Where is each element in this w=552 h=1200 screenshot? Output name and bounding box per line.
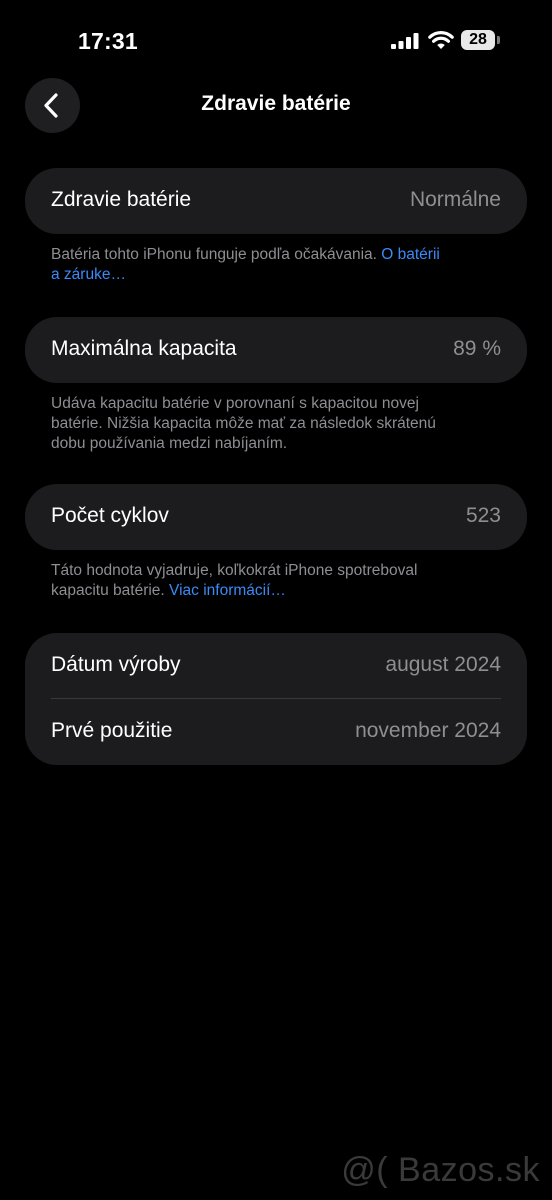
battery-health-value: Normálne (409, 188, 501, 211)
manufacture-date-value: august 2024 (385, 653, 501, 676)
max-capacity-row[interactable]: Maximálna kapacita 89 % (25, 317, 527, 383)
max-capacity-footnote-line-1: Udáva kapacitu batérie v porovnaní s kap… (51, 395, 419, 412)
battery-level: 28 (461, 30, 495, 50)
cycle-count-footnote-line-2: kapacitu batérie. Viac informácií… (51, 581, 491, 601)
wifi-icon (428, 31, 454, 49)
cycle-count-footnote-text: kapacitu batérie. (51, 582, 170, 599)
first-use-label: Prvé použitie (51, 719, 173, 742)
battery-health-footnote: Batéria tohto iPhonu funguje podľa očaká… (51, 245, 491, 285)
battery-health-row[interactable]: Zdravie batérie Normálne (25, 168, 527, 234)
battery-warranty-link-text-1[interactable]: O batérii (381, 246, 440, 263)
cycle-count-label: Počet cyklov (51, 504, 169, 527)
battery-health-label: Zdravie batérie (51, 188, 192, 211)
first-use-value: november 2024 (355, 719, 501, 742)
status-bar: 17:31 28 (0, 0, 552, 80)
max-capacity-card[interactable]: Maximálna kapacita 89 % (25, 317, 527, 383)
max-capacity-label: Maximálna kapacita (51, 337, 237, 360)
more-info-link[interactable]: Viac informácií… (169, 582, 286, 599)
manufacture-date-label: Dátum výroby (51, 653, 181, 676)
max-capacity-footnote: Udáva kapacitu batérie v porovnaní s kap… (51, 394, 491, 454)
cycle-count-row[interactable]: Počet cyklov 523 (25, 484, 527, 550)
cycle-count-footnote: Táto hodnota vyjadruje, koľkokrát iPhone… (51, 561, 491, 601)
max-capacity-value: 89 % (453, 337, 501, 360)
max-capacity-footnote-line-2: batérie. Nižšia kapacita môže mať za nás… (51, 415, 436, 432)
battery-health-description: Batéria tohto iPhonu funguje podľa očaká… (51, 246, 382, 263)
page-title: Zdravie batérie (201, 92, 351, 115)
status-time: 17:31 (78, 28, 138, 54)
battery-tip (497, 36, 500, 44)
battery-icon: 28 (461, 30, 501, 50)
manufacture-date-row: Dátum výroby august 2024 (25, 633, 527, 699)
watermark-logo: @( Bazos.sk (341, 1151, 540, 1189)
cycle-count-card[interactable]: Počet cyklov 523 (25, 484, 527, 550)
dates-card: Dátum výroby august 2024 Prvé použitie n… (25, 633, 527, 765)
battery-health-card[interactable]: Zdravie batérie Normálne (25, 168, 527, 234)
max-capacity-footnote-line-3: dobu používania medzi nabíjaním. (51, 435, 288, 452)
first-use-row: Prvé použitie november 2024 (25, 699, 527, 765)
battery-warranty-link-text-2[interactable]: a záruke… (51, 266, 126, 283)
signal-icon (391, 33, 419, 49)
cycle-count-value: 523 (465, 504, 501, 527)
cycle-count-footnote-line-1: Táto hodnota vyjadruje, koľkokrát iPhone… (51, 562, 418, 579)
